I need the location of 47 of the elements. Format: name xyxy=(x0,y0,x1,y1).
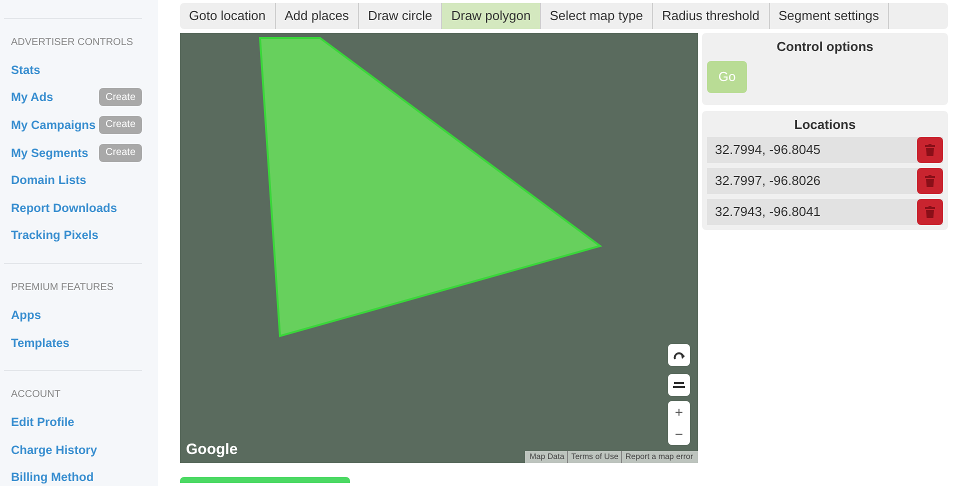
section-heading: ADVERTISER CONTROLS xyxy=(11,36,134,50)
map-footer-link[interactable]: Terms of Use xyxy=(567,451,622,463)
sidebar-link[interactable]: Stats xyxy=(11,60,40,79)
sidebar-link[interactable]: Billing Method xyxy=(11,468,94,486)
map-tab[interactable]: Draw polygon xyxy=(442,3,541,29)
map[interactable]: + − Google Map Data Terms of Use Report a map error xyxy=(180,33,698,463)
map-tab[interactable]: Segment settings xyxy=(770,3,889,29)
sidebar-link[interactable]: Domain Lists xyxy=(11,171,86,190)
map-footer-link[interactable]: Map Data xyxy=(526,451,568,463)
sidebar-link[interactable]: My Segments xyxy=(11,144,88,162)
sidebar-link[interactable]: Report Downloads xyxy=(11,198,118,217)
delete-button[interactable] xyxy=(917,168,943,194)
trash-icon xyxy=(925,144,935,156)
map-tab[interactable]: Select map type xyxy=(540,3,653,29)
drawn-polygon[interactable] xyxy=(258,37,602,338)
delete-button[interactable] xyxy=(917,137,943,163)
rotate-icon xyxy=(673,350,685,360)
location-text: 32.7994, -96.8045 xyxy=(714,141,822,159)
trash-icon xyxy=(925,206,935,218)
tilt-control[interactable] xyxy=(668,374,690,396)
map-tab[interactable]: Goto location xyxy=(180,3,276,29)
create-button[interactable]: Create xyxy=(99,144,142,162)
trash-icon xyxy=(925,175,935,187)
map-footer-link[interactable]: Report a map error xyxy=(621,451,696,463)
sidebar-link[interactable]: Charge History xyxy=(11,440,98,459)
tilt-icon xyxy=(673,381,685,389)
panel-title: Control options xyxy=(776,38,874,56)
section-heading: PREMIUM FEATURES xyxy=(11,281,115,296)
section-heading: ACCOUNT xyxy=(11,388,62,402)
map-tab[interactable]: Radius threshold xyxy=(652,3,770,29)
create-button[interactable]: Create xyxy=(99,116,142,134)
sidebar-link[interactable]: Tracking Pixels xyxy=(11,226,98,244)
sidebar-link[interactable]: Templates xyxy=(11,334,70,352)
location-text: 32.7997, -96.8026 xyxy=(714,172,822,190)
sidebar-link[interactable]: My Campaigns xyxy=(11,116,96,134)
map-tab[interactable]: Add places xyxy=(276,3,359,29)
location-text: 32.7943, -96.8041 xyxy=(714,203,822,221)
sidebar-link[interactable]: My Ads xyxy=(11,88,54,106)
panel-title: Locations xyxy=(793,116,857,134)
create-button[interactable]: Create xyxy=(99,88,142,106)
sidebar-link[interactable]: Apps xyxy=(11,306,41,324)
delete-button[interactable] xyxy=(917,199,943,225)
rotate-control[interactable] xyxy=(668,344,690,366)
zoom-out-button[interactable]: − xyxy=(668,423,690,445)
zoom-in-button[interactable]: + xyxy=(668,401,690,423)
map-logo: Google xyxy=(186,440,238,460)
sidebar-link[interactable]: Edit Profile xyxy=(11,413,74,432)
